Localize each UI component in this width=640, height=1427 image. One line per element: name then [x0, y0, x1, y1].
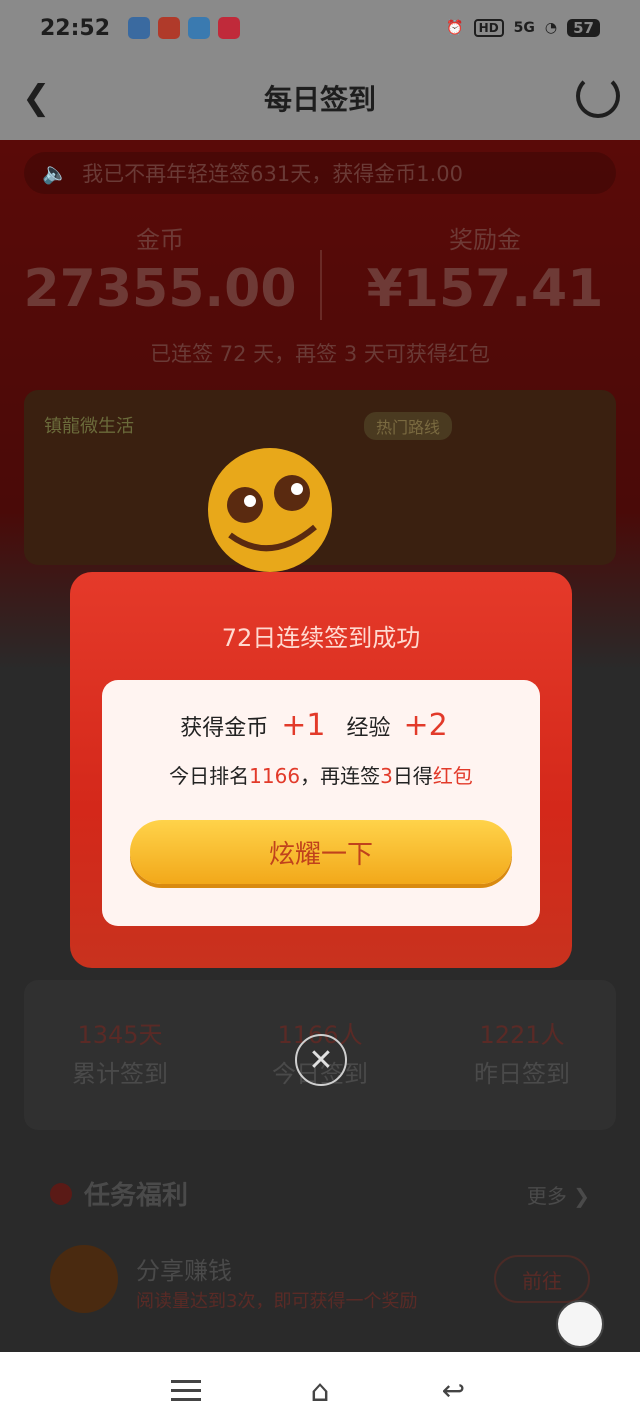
bonus-label: 奖励金 [449, 226, 521, 254]
reward-line: 获得金币 +1 经验 +2 [102, 708, 540, 743]
rank-mid: ，再连签 [300, 764, 381, 788]
mascot-icon [208, 448, 332, 572]
system-nav-bar: ⌂ ↩ [0, 1352, 640, 1427]
status-bar: 22:52 ⏰ HD 5G ◔ 57 [0, 0, 640, 56]
coins-panel: 金币 27355.00 [0, 220, 320, 319]
alarm-icon: ⏰ [446, 20, 464, 36]
coins-label: 金币 [136, 226, 184, 254]
streak-text: 已连签 72 天，再签 3 天可获得红包 [150, 342, 490, 366]
rank-value: 1166 [249, 764, 301, 788]
banner-brand: 镇龍微生活 [44, 416, 134, 437]
app-notification-icon [158, 17, 181, 39]
reward-name: 红包 [432, 764, 473, 788]
return-icon[interactable]: ↩ [433, 1374, 473, 1407]
close-icon[interactable]: ✕ [295, 1034, 347, 1086]
task-desc: 阅读量达到3次，即可获得一个奖励 [136, 1291, 418, 1312]
task-name: 分享赚钱 [136, 1257, 232, 1285]
app-notification-icon [188, 17, 211, 39]
menu-icon[interactable] [167, 1374, 207, 1406]
home-icon[interactable]: ⌂ [300, 1374, 340, 1409]
stat-value: 1345天 [77, 1021, 163, 1049]
app-notification-icon [128, 17, 151, 39]
notice-text: 我已不再年轻连签631天，获得金币1.00 [82, 162, 463, 186]
modal-title: 72日连续签到成功 [221, 624, 421, 652]
coin-reward-value: +1 [281, 708, 326, 743]
top-nav: ❮ 每日签到 [0, 56, 640, 140]
divider [320, 250, 322, 320]
task-title-text: 任务福利 [84, 1181, 189, 1211]
stat-label: 昨日签到 [474, 1060, 570, 1088]
go-button[interactable]: 前往 [494, 1255, 590, 1303]
more-label: 更多 [526, 1184, 567, 1208]
banner-tag: 热门路线 [364, 412, 453, 440]
wifi-icon: ◔ [544, 20, 558, 36]
exp-reward-label: 经验 [346, 716, 391, 741]
battery-indicator: 57 [567, 19, 600, 37]
refresh-icon[interactable] [576, 74, 620, 118]
rank-prefix: 今日排名 [169, 764, 250, 788]
bonus-panel: 奖励金 ¥157.41 [330, 220, 640, 319]
bonus-value: ¥157.41 [366, 259, 604, 319]
stat-total: 1345天 累计签到 [20, 1015, 220, 1089]
page-title: 每日签到 [263, 83, 376, 116]
coins-value: 27355.00 [23, 259, 297, 319]
coin-reward-label: 获得金币 [180, 716, 269, 741]
status-time: 22:52 [40, 15, 111, 41]
exp-reward-value: +2 [403, 708, 448, 743]
modal-content: 获得金币 +1 经验 +2 今日排名1166，再连签3日得红包 炫耀一下 [102, 680, 540, 926]
days-value: 3 [380, 764, 393, 788]
more-link[interactable]: 更多 ❯ [527, 1180, 590, 1209]
stat-label: 累计签到 [72, 1060, 168, 1088]
floating-logo-icon[interactable] [556, 1300, 604, 1348]
rank-mid2: 日得 [392, 764, 433, 788]
rank-line: 今日排名1166，再连签3日得红包 [102, 760, 540, 789]
hd-badge: HD [473, 19, 504, 37]
checkin-success-modal: 72日连续签到成功 获得金币 +1 经验 +2 今日排名1166，再连签3日得红… [70, 572, 572, 968]
share-icon [50, 1245, 118, 1313]
show-off-button[interactable]: 炫耀一下 [130, 820, 512, 884]
notice-bar: 🔈 我已不再年轻连签631天，获得金币1.00 [24, 152, 616, 194]
stat-yesterday: 1221人 昨日签到 [422, 1015, 622, 1089]
network-label: 5G [513, 20, 535, 36]
stat-value: 1221人 [479, 1021, 565, 1049]
task-icon [50, 1182, 72, 1205]
back-icon[interactable]: ❮ [22, 78, 51, 118]
task-section-title: 任务福利 [50, 1175, 188, 1212]
speaker-icon: 🔈 [42, 160, 69, 185]
list-item: 分享赚钱 阅读量达到3次，即可获得一个奖励 前往 [50, 1245, 590, 1315]
app-notification-icon [218, 17, 241, 39]
